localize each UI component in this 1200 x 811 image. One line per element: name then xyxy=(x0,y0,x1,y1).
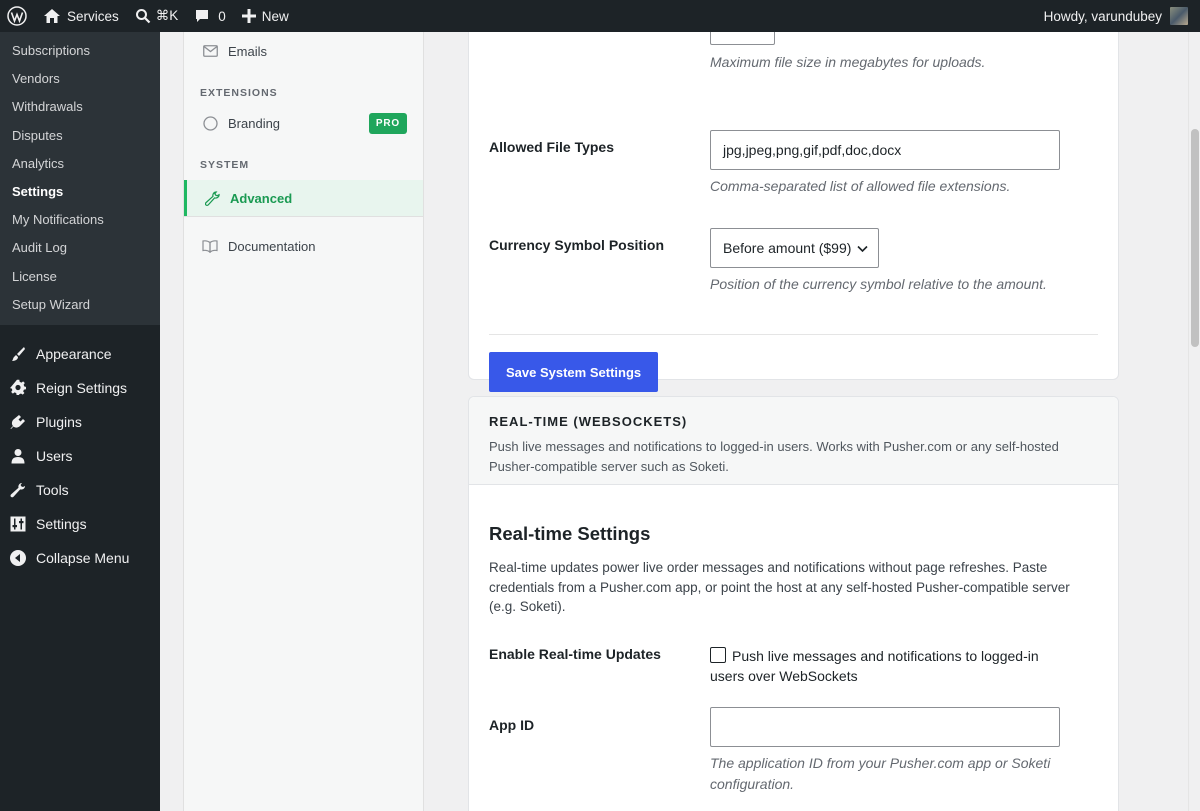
new-content-link[interactable]: New xyxy=(234,0,297,32)
currency-position-select[interactable]: Before amount ($99) xyxy=(710,228,880,268)
book-icon xyxy=(202,238,218,254)
search-icon xyxy=(135,8,151,24)
admin-menu: Subscriptions Vendors Withdrawals Disput… xyxy=(0,32,160,811)
allowed-file-types-description: Comma-separated list of allowed file ext… xyxy=(710,178,1011,194)
settings-icon xyxy=(10,516,26,532)
plus-icon xyxy=(241,9,256,23)
allowed-file-types-input[interactable]: jpg,jpeg,png,gif,pdf,doc,docx xyxy=(710,130,1060,170)
app-id-label: App ID xyxy=(489,717,535,733)
greeting-text: Howdy, varundubey xyxy=(1043,8,1162,24)
settings-nav-branding[interactable]: Branding PRO xyxy=(184,104,423,142)
envelope-icon xyxy=(202,43,218,59)
submenu-item-subscriptions[interactable]: Subscriptions xyxy=(0,37,160,65)
realtime-subtitle: Push live messages and notifications to … xyxy=(489,439,1059,474)
circle-outline-icon xyxy=(202,115,218,131)
menu-label-tools: Tools xyxy=(36,481,69,498)
realtime-section-text: Real-time updates power live order messa… xyxy=(489,560,1070,614)
menu-label-settings: Settings xyxy=(36,515,87,532)
settings-nav: Emails EXTENSIONS Branding PRO SYSTEM Ad… xyxy=(183,32,424,811)
enable-realtime-text: Push live messages and notifications to … xyxy=(710,648,1039,684)
collapse-menu-button[interactable]: Collapse Menu xyxy=(0,541,160,575)
my-account-link[interactable]: Howdy, varundubey xyxy=(1044,7,1200,25)
realtime-card: REAL-TIME (WEBSOCKETS) Push live message… xyxy=(468,396,1119,811)
menu-item-appearance[interactable]: Appearance xyxy=(0,337,160,371)
comment-bubble-icon xyxy=(194,8,210,24)
submenu-item-analytics[interactable]: Analytics xyxy=(0,150,160,178)
system-settings-card: 10 Maximum file size in megabytes for up… xyxy=(468,32,1119,392)
currency-position-label: Currency Symbol Position xyxy=(489,237,665,253)
menu-item-settings[interactable]: Settings xyxy=(0,507,160,541)
main-content: 10 Maximum file size in megabytes for up… xyxy=(424,32,1188,811)
wrench-icon xyxy=(204,190,220,206)
collapse-icon xyxy=(10,549,26,566)
settings-nav-advanced[interactable]: Advanced xyxy=(184,180,423,216)
submenu-item-setup-wizard[interactable]: Setup Wizard xyxy=(0,291,160,319)
plugin-submenu: Subscriptions Vendors Withdrawals Disput… xyxy=(0,32,160,325)
chevron-down-icon xyxy=(857,240,868,256)
pro-badge: PRO xyxy=(368,112,407,134)
settings-nav-branding-label: Branding xyxy=(228,115,281,131)
scrollbar-thumb[interactable] xyxy=(1191,129,1199,347)
menu-label-reign-settings: Reign Settings xyxy=(36,379,128,396)
settings-nav-documentation[interactable]: Documentation xyxy=(184,227,423,265)
avatar xyxy=(1170,7,1188,25)
realtime-section-title: Real-time Settings xyxy=(489,523,651,544)
home-icon xyxy=(43,8,61,24)
admin-bar: Services ⌘K 0 New Howdy, varundubey xyxy=(0,0,1200,32)
page-scrollbar[interactable] xyxy=(1188,32,1200,811)
user-icon xyxy=(10,448,26,464)
submenu-item-disputes[interactable]: Disputes xyxy=(0,122,160,150)
submenu-item-my-notifications[interactable]: My Notifications xyxy=(0,206,160,234)
comments-link[interactable]: 0 xyxy=(186,0,234,32)
settings-nav-documentation-label: Documentation xyxy=(228,238,316,254)
enable-realtime-checkbox[interactable] xyxy=(710,647,726,663)
submenu-item-audit-log[interactable]: Audit Log xyxy=(0,234,160,262)
plugin-icon xyxy=(10,414,26,430)
comments-count: 0 xyxy=(218,8,226,24)
app-id-description: The application ID from your Pusher.com … xyxy=(710,755,1051,792)
submenu-item-settings[interactable]: Settings xyxy=(0,178,160,206)
new-label: New xyxy=(261,8,289,24)
site-name-label: Services xyxy=(67,8,119,24)
menu-label-collapse: Collapse Menu xyxy=(36,549,130,566)
menu-item-users[interactable]: Users xyxy=(0,439,160,473)
enable-realtime-label: Enable Real-time Updates xyxy=(489,646,661,662)
currency-position-description: Position of the currency symbol relative… xyxy=(710,276,1047,292)
save-system-settings-button[interactable]: Save System Settings xyxy=(489,352,659,392)
settings-nav-advanced-label: Advanced xyxy=(230,190,293,206)
menu-item-plugins[interactable]: Plugins xyxy=(0,405,160,439)
settings-nav-emails[interactable]: Emails xyxy=(184,32,423,70)
max-upload-input[interactable]: 10 xyxy=(710,32,775,45)
menu-label-users: Users xyxy=(36,447,73,464)
submenu-item-license[interactable]: License xyxy=(0,263,160,291)
enable-realtime-option[interactable]: Push live messages and notifications to … xyxy=(710,646,1070,686)
submenu-item-vendors[interactable]: Vendors xyxy=(0,65,160,93)
menu-label-plugins: Plugins xyxy=(36,413,82,430)
wrench-icon xyxy=(10,482,26,498)
max-upload-description: Maximum file size in megabytes for uploa… xyxy=(710,54,986,70)
site-name-link[interactable]: Services xyxy=(35,0,127,32)
command-search-button[interactable]: ⌘K xyxy=(127,0,187,32)
extensions-heading: EXTENSIONS xyxy=(200,87,278,99)
currency-position-value: Before amount ($99) xyxy=(723,240,852,256)
system-heading: SYSTEM xyxy=(200,159,250,171)
app-id-input[interactable] xyxy=(710,707,1060,747)
submenu-item-withdrawals[interactable]: Withdrawals xyxy=(0,93,160,121)
realtime-card-header: REAL-TIME (WEBSOCKETS) Push live message… xyxy=(469,397,1118,485)
search-shortcut-label: ⌘K xyxy=(155,8,179,23)
settings-nav-emails-label: Emails xyxy=(228,43,268,59)
card-divider xyxy=(489,334,1098,335)
wordpress-logo-icon[interactable] xyxy=(0,0,35,32)
menu-item-tools[interactable]: Tools xyxy=(0,473,160,507)
gear-icon xyxy=(10,380,26,396)
realtime-eyebrow: REAL-TIME (WEBSOCKETS) xyxy=(489,414,688,429)
menu-item-reign-settings[interactable]: Reign Settings xyxy=(0,371,160,405)
menu-label-appearance: Appearance xyxy=(36,345,112,362)
paintbrush-icon xyxy=(10,346,26,362)
allowed-file-types-label: Allowed File Types xyxy=(489,139,614,155)
